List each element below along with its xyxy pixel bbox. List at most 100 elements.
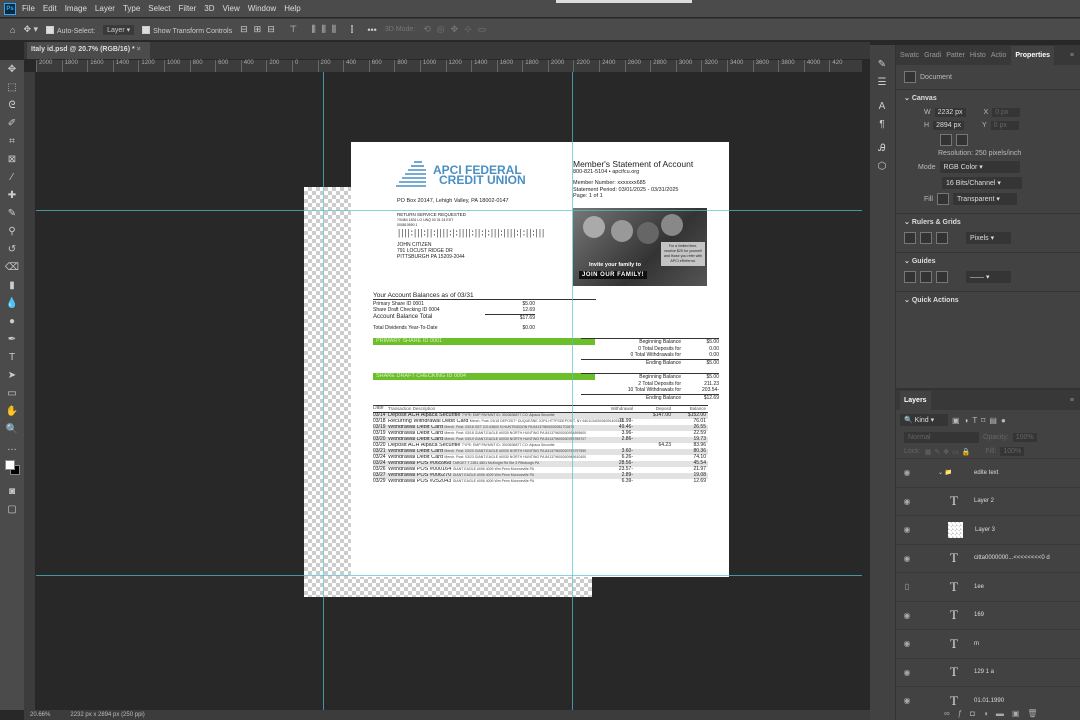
- eye-icon[interactable]: ◉: [896, 525, 918, 534]
- zoom-tool-icon[interactable]: 🔍: [0, 420, 24, 438]
- guide-vertical[interactable]: [323, 72, 324, 710]
- rectangle-tool-icon[interactable]: ▭: [0, 384, 24, 402]
- guide-horizontal[interactable]: [36, 575, 862, 576]
- panel-menu-icon[interactable]: ≡: [1070, 397, 1074, 404]
- eyedropper-tool-icon[interactable]: ⁄: [0, 168, 24, 186]
- menu-help[interactable]: Help: [284, 4, 300, 13]
- layer-item[interactable]: ◉ T 129 1 a: [896, 657, 1080, 687]
- align-icons[interactable]: ⊟⊞⊟ ⊤ ⫼⫼⫼ ⫿: [240, 24, 359, 35]
- layer-item[interactable]: ◉ ⌄ 📁 edite text: [896, 458, 1080, 487]
- rulers-grids-header[interactable]: ⌄ Rulers & Grids: [896, 213, 1080, 230]
- quick-actions-header[interactable]: ⌄ Quick Actions: [896, 291, 1080, 308]
- tab-properties[interactable]: Properties: [1011, 45, 1055, 65]
- frame-tool-icon[interactable]: ⊠: [0, 150, 24, 168]
- character-icon[interactable]: A: [870, 97, 894, 115]
- auto-select-checkbox[interactable]: Auto-Select:: [46, 25, 95, 35]
- move-tool-icon[interactable]: ✥ ▾: [23, 24, 38, 35]
- vertical-ruler[interactable]: [24, 72, 35, 710]
- screen-mode-icon[interactable]: ▢: [0, 500, 24, 518]
- tab-layers[interactable]: Layers: [900, 390, 931, 410]
- ruler-units-dropdown[interactable]: Pixels ▾: [966, 232, 1011, 244]
- layer-item[interactable]: ◉ T Layer 2: [896, 486, 1080, 516]
- bit-depth-dropdown[interactable]: 16 Bits/Channel ▾: [942, 177, 1022, 189]
- menu-file[interactable]: File: [22, 4, 35, 13]
- history-brush-icon[interactable]: ↺: [0, 240, 24, 258]
- adjustments-icon[interactable]: ☰: [870, 73, 894, 91]
- blur-tool-icon[interactable]: 💧: [0, 294, 24, 312]
- color-swatches[interactable]: [0, 456, 24, 482]
- blend-mode-dropdown[interactable]: Normal: [904, 432, 979, 443]
- fill-swatch[interactable]: [936, 193, 949, 205]
- layer-filter-icons[interactable]: ▣◑T⌑▤●: [952, 416, 1010, 425]
- eye-icon[interactable]: ◉: [896, 468, 918, 477]
- height-field[interactable]: 2894 px: [933, 121, 964, 130]
- more-options-button[interactable]: •••: [367, 25, 376, 35]
- clone-stamp-icon[interactable]: ⚲: [0, 222, 24, 240]
- gradient-tool-icon[interactable]: ▮: [0, 276, 24, 294]
- layer-item[interactable]: ◉ Tm: [896, 629, 1080, 658]
- document-tab[interactable]: Italy id.psd @ 20.7% (RGB/16) * ×: [27, 42, 150, 59]
- eye-icon[interactable]: ◉: [896, 611, 918, 620]
- pen-tool-icon[interactable]: ✒: [0, 330, 24, 348]
- path-select-icon[interactable]: ➤: [0, 366, 24, 384]
- fill-dropdown[interactable]: Transparent ▾: [952, 193, 1017, 205]
- quick-select-tool-icon[interactable]: ✐: [0, 114, 24, 132]
- grid-toggle[interactable]: [920, 232, 932, 244]
- layer-item[interactable]: ▯ T 1ee: [896, 572, 1080, 601]
- smart-guides-toggle[interactable]: [920, 271, 932, 283]
- zoom-level[interactable]: 20.66%: [30, 712, 50, 718]
- healing-brush-icon[interactable]: ✚: [0, 186, 24, 204]
- menu-view[interactable]: View: [223, 4, 240, 13]
- eraser-tool-icon[interactable]: ⌫: [0, 258, 24, 276]
- width-field[interactable]: 2232 px: [934, 108, 966, 117]
- canvas-section-header[interactable]: ⌄ Canvas: [896, 89, 1080, 106]
- layer-item[interactable]: ◉ Layer 3: [896, 515, 1080, 544]
- crop-tool-icon[interactable]: ⌗: [0, 132, 24, 150]
- menu-layer[interactable]: Layer: [95, 4, 115, 13]
- tab-patter[interactable]: Patter: [946, 52, 965, 59]
- guide-layout-button[interactable]: [936, 271, 948, 283]
- transaction-row[interactable]: 03/29 Withdrawal POS #252043 GIANT EAGLE …: [373, 478, 708, 485]
- layer-kind-filter[interactable]: 🔍 Kind ▾: [900, 414, 948, 426]
- folder-icon[interactable]: ⌄ 📁: [938, 469, 968, 476]
- eye-icon[interactable]: ◉: [896, 639, 918, 648]
- hand-tool-icon[interactable]: ✋: [0, 402, 24, 420]
- promo-banner[interactable]: Invite your family to JOIN OUR FAMILY! F…: [573, 208, 707, 286]
- brush-tool-icon[interactable]: ✎: [0, 204, 24, 222]
- quick-mask-icon[interactable]: ◙: [0, 482, 24, 500]
- menu-edit[interactable]: Edit: [43, 4, 57, 13]
- menu-3d[interactable]: 3D: [204, 4, 214, 13]
- auto-select-dropdown[interactable]: Layer ▾: [103, 24, 135, 35]
- more-tools-icon[interactable]: …: [0, 438, 24, 456]
- horizontal-ruler[interactable]: 2000 1800 1600 1400 1200 1000 800 600 400 200 0 200…: [36, 60, 862, 72]
- guide-style-dropdown[interactable]: —— ▾: [966, 271, 1011, 283]
- title-search-field[interactable]: [556, 0, 692, 3]
- rulers-toggle[interactable]: [904, 232, 916, 244]
- home-icon[interactable]: ⌂: [10, 25, 15, 35]
- lock-icons[interactable]: ▦✎✥▭🔒: [925, 448, 974, 456]
- pixel-grid-toggle[interactable]: [936, 232, 948, 244]
- tab-swatc[interactable]: Swatc: [900, 52, 919, 59]
- tab-gradi[interactable]: Gradi: [924, 52, 941, 59]
- lasso-tool-icon[interactable]: ᘓ: [0, 96, 24, 114]
- eye-icon[interactable]: ◉: [896, 497, 918, 506]
- marquee-tool-icon[interactable]: ⬚: [0, 78, 24, 96]
- layer-item[interactable]: ◉ Tcitta0000000...<<<<<<<<0 d: [896, 543, 1080, 573]
- guides-toggle[interactable]: [904, 271, 916, 283]
- statement-document[interactable]: APCI FEDERAL CREDIT UNION PO Box 20147, L…: [351, 142, 729, 577]
- menu-select[interactable]: Select: [148, 4, 170, 13]
- layer-actions-bar[interactable]: ∞ƒ◘◑▬▣🗑: [936, 707, 1054, 720]
- brush-settings-icon[interactable]: ✎: [870, 55, 894, 73]
- portrait-orientation-button[interactable]: [940, 134, 952, 146]
- opacity-field[interactable]: 100%: [1012, 433, 1037, 442]
- y-field[interactable]: 0 px: [990, 121, 1019, 130]
- glyphs-icon[interactable]: Ꭿ: [870, 139, 894, 157]
- x-field[interactable]: 0 px: [992, 108, 1021, 117]
- layer-item[interactable]: ◉ T 169: [896, 600, 1080, 630]
- hidden-eye-icon[interactable]: ▯: [896, 582, 918, 591]
- paragraph-icon[interactable]: ¶: [870, 115, 894, 133]
- mode-dropdown[interactable]: RGB Color ▾: [939, 161, 1020, 173]
- menu-type[interactable]: Type: [123, 4, 140, 13]
- dodge-tool-icon[interactable]: ●: [0, 312, 24, 330]
- guide-vertical[interactable]: [572, 72, 573, 710]
